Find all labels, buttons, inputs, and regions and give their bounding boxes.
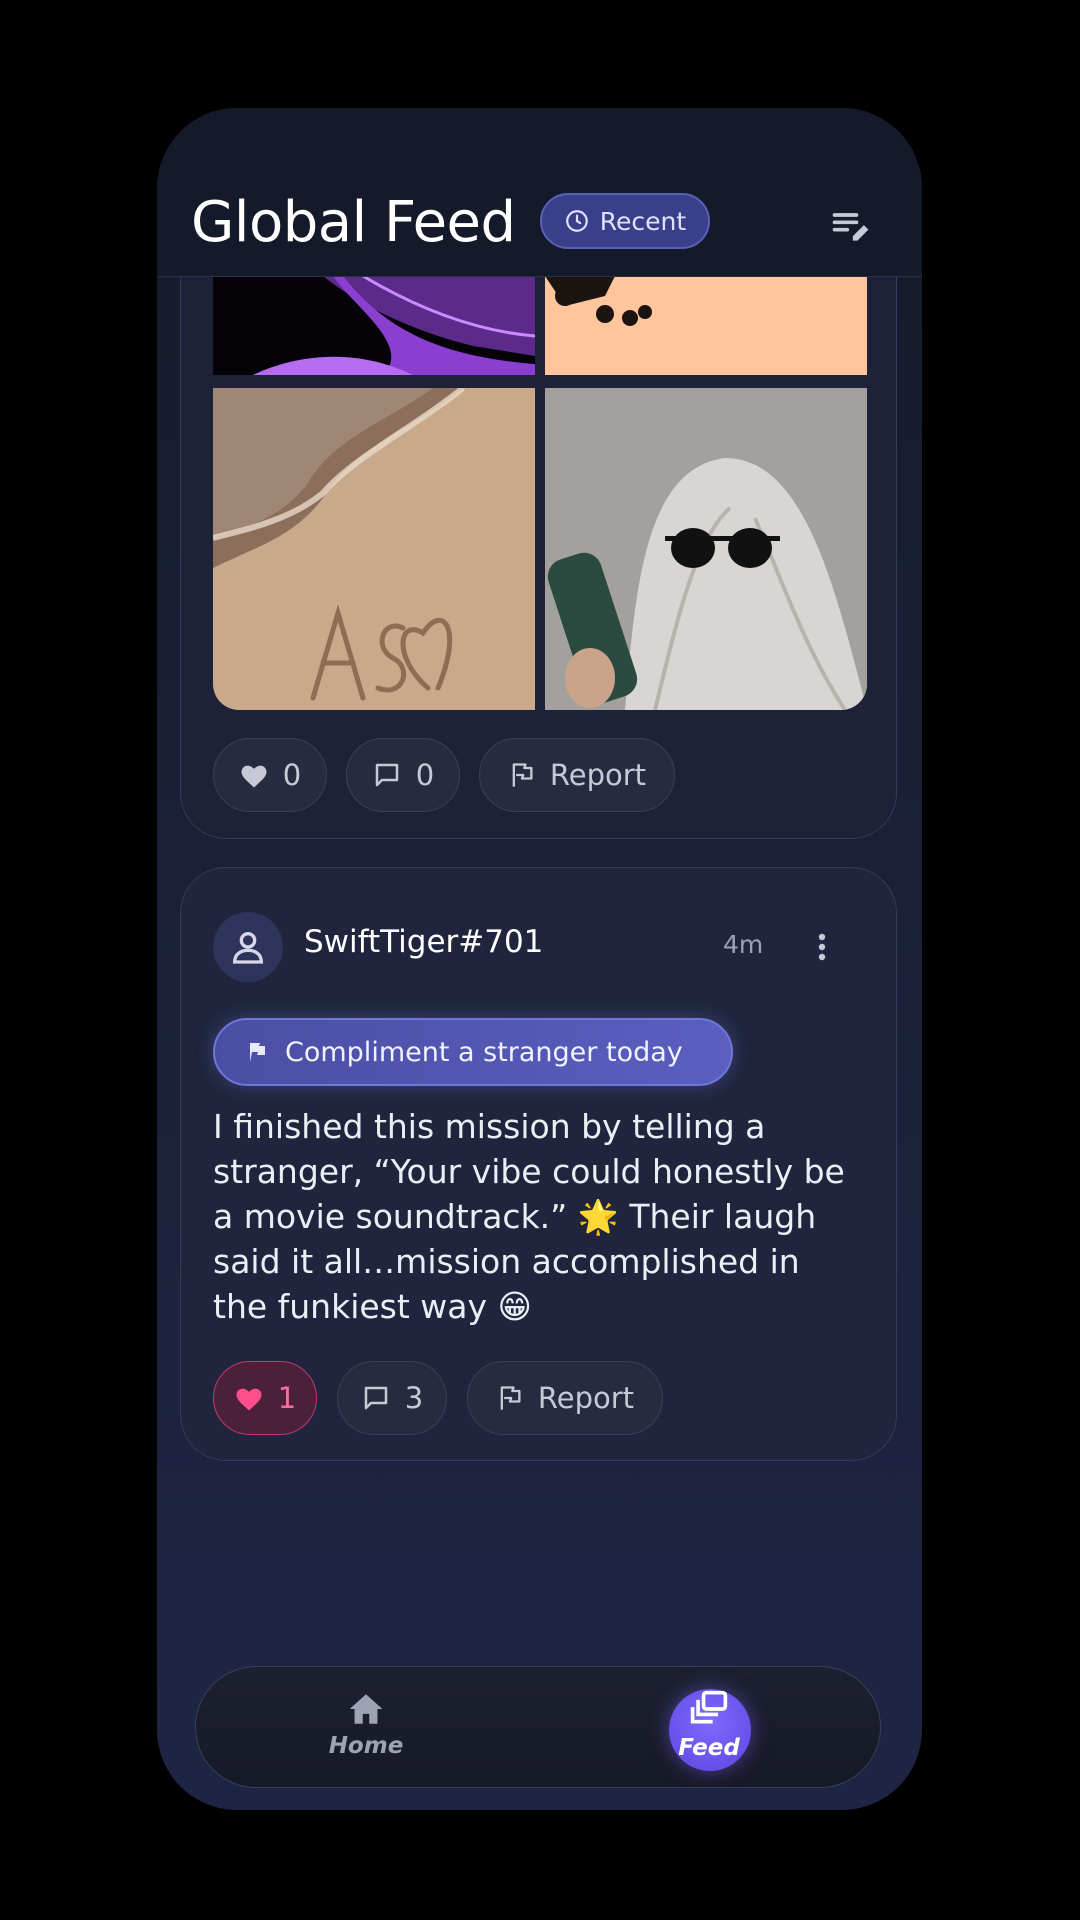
- flag-icon: [245, 1040, 269, 1064]
- nav-label-home: Home: [328, 1733, 404, 1759]
- comment-count: 0: [415, 758, 435, 792]
- more-vertical-icon: [807, 923, 837, 971]
- feed-icon: [687, 1689, 731, 1729]
- post-body: I finished this mission by telling a str…: [213, 1107, 845, 1326]
- nav-item-feed[interactable]: Feed: [639, 1667, 779, 1789]
- report-button[interactable]: Report: [479, 738, 675, 812]
- mission-tag[interactable]: Compliment a stranger today: [213, 1018, 733, 1086]
- nav-label-feed: Feed: [678, 1735, 740, 1761]
- comment-button[interactable]: 3: [337, 1361, 447, 1435]
- comment-button[interactable]: 0: [346, 738, 460, 812]
- like-button[interactable]: 0: [213, 738, 327, 812]
- post-photo-ghost-sunglasses[interactable]: [545, 388, 867, 710]
- comment-count: 3: [404, 1381, 424, 1415]
- sort-recent-chip[interactable]: Recent: [540, 193, 710, 249]
- post-username[interactable]: SwiftTiger#701: [304, 924, 543, 960]
- like-button[interactable]: 1: [213, 1361, 317, 1435]
- flag-icon: [508, 761, 536, 789]
- like-count: 0: [282, 758, 302, 792]
- comment-icon: [372, 760, 402, 790]
- app-screen: 0 0 Report SwiftTiger#701 4m Compliment …: [157, 108, 922, 1810]
- app-header: Global Feed Recent: [157, 108, 922, 277]
- flag-icon: [496, 1384, 524, 1412]
- heart-icon: [239, 761, 269, 789]
- heart-filled-icon: [234, 1384, 264, 1412]
- post-photo-purple-abstract[interactable]: [213, 276, 535, 375]
- more-options-button[interactable]: [807, 923, 837, 971]
- avatar[interactable]: [213, 912, 283, 982]
- report-button[interactable]: Report: [467, 1361, 663, 1435]
- post-timestamp: 4m: [723, 930, 764, 959]
- bottom-nav: Home Feed: [195, 1666, 881, 1788]
- page-title: Global Feed: [191, 190, 516, 255]
- clock-icon: [564, 208, 590, 234]
- report-label: Report: [549, 758, 647, 792]
- post-photo-sunset-tree[interactable]: [545, 276, 867, 375]
- mission-label: Compliment a stranger today: [285, 1036, 683, 1068]
- home-icon: [346, 1691, 386, 1727]
- user-icon: [228, 927, 268, 967]
- compose-button[interactable]: [829, 204, 877, 252]
- comment-icon: [361, 1383, 391, 1413]
- sort-label: Recent: [599, 206, 687, 236]
- nav-item-home[interactable]: Home: [296, 1667, 436, 1789]
- report-label: Report: [537, 1381, 635, 1415]
- like-count: 1: [277, 1381, 297, 1415]
- post-photo-beach-heart[interactable]: [213, 388, 535, 710]
- compose-icon: [829, 204, 873, 248]
